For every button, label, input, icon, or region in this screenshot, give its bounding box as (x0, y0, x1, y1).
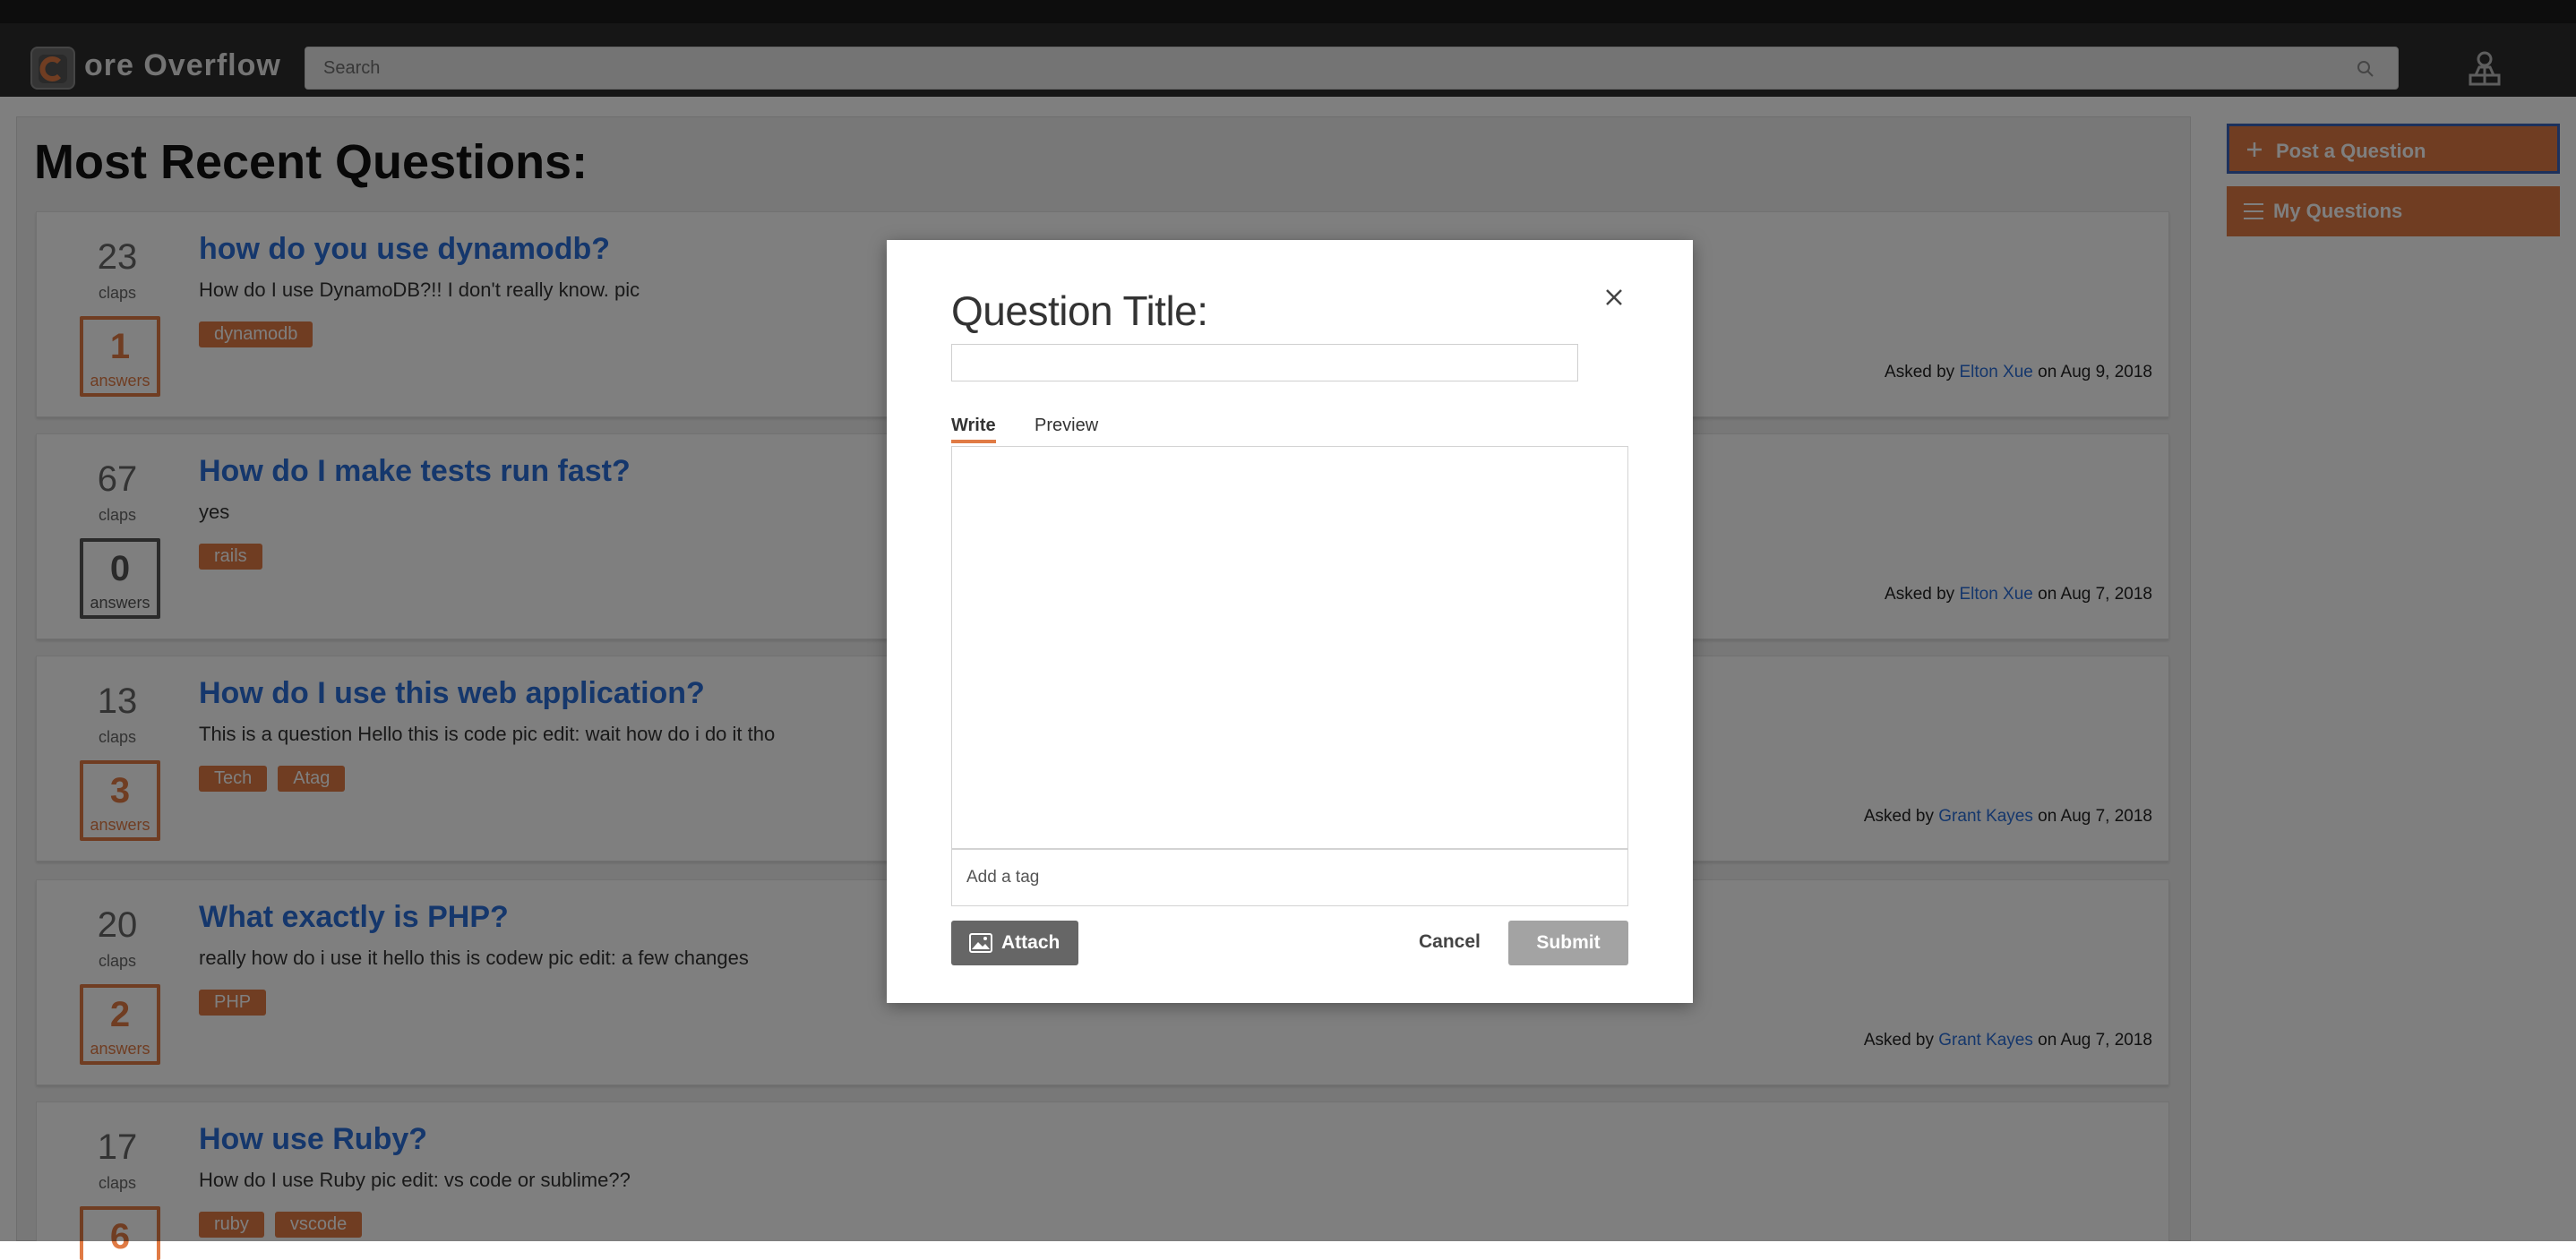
cancel-button[interactable]: Cancel (1419, 931, 1481, 953)
tab-preview[interactable]: Preview (1035, 416, 1098, 440)
tab-write[interactable]: Write (951, 416, 996, 443)
image-icon (969, 933, 992, 953)
post-question-modal: Question Title: Write Preview Attach Can… (887, 240, 1693, 1003)
modal-title: Question Title: (951, 287, 1208, 334)
submit-button[interactable]: Submit (1508, 921, 1628, 965)
question-title-input[interactable] (951, 344, 1578, 381)
close-icon[interactable] (1600, 283, 1628, 312)
attach-label: Attach (1001, 932, 1060, 953)
question-body-editor[interactable] (951, 446, 1628, 849)
attach-button[interactable]: Attach (951, 921, 1078, 965)
add-tag-input[interactable] (951, 849, 1628, 906)
